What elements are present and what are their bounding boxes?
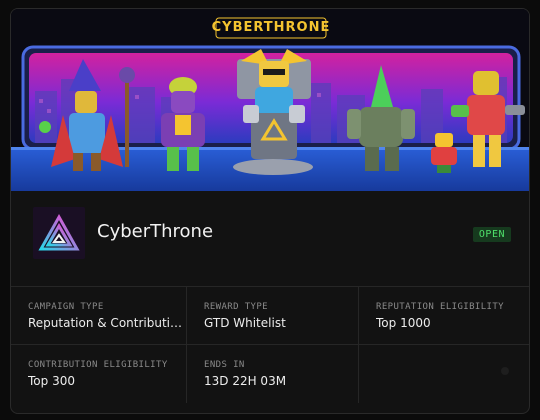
triangle-logo-icon xyxy=(38,213,80,251)
contribution-eligibility-value: Top 300 xyxy=(28,374,75,388)
status-badge: OPEN xyxy=(472,227,511,242)
empty-cell xyxy=(359,345,529,403)
info-row: CONTRIBUTION ELIGIBILITY Top 300 ENDS IN… xyxy=(11,345,529,403)
project-title: CyberThrone xyxy=(97,221,214,242)
contribution-eligibility-label: CONTRIBUTION ELIGIBILITY xyxy=(28,360,168,370)
info-row: CAMPAIGN TYPE Reputation & Contribution … xyxy=(11,287,529,345)
reputation-eligibility-label: REPUTATION ELIGIBILITY xyxy=(376,302,505,312)
project-header: CyberThrone OPEN xyxy=(11,191,529,287)
campaign-type-label: CAMPAIGN TYPE xyxy=(28,302,104,312)
banner-illustration xyxy=(11,9,529,191)
reputation-eligibility-value: Top 1000 xyxy=(376,316,431,330)
ends-in-label: ENDS IN xyxy=(204,360,245,370)
banner-image: CYBERTHRONE xyxy=(11,9,529,191)
campaign-type-cell: CAMPAIGN TYPE Reputation & Contribution xyxy=(11,287,187,345)
reward-type-label: REWARD TYPE xyxy=(204,302,269,312)
ends-in-cell: ENDS IN 13D 22H 03M xyxy=(187,345,359,403)
ends-in-value: 13D 22H 03M xyxy=(204,374,287,388)
reward-type-cell: REWARD TYPE GTD Whitelist xyxy=(187,287,359,345)
campaign-type-value: Reputation & Contribution xyxy=(28,316,182,330)
decorative-dot xyxy=(501,367,509,375)
project-logo xyxy=(33,207,85,259)
contribution-eligibility-cell: CONTRIBUTION ELIGIBILITY Top 300 xyxy=(11,345,187,403)
info-grid: CAMPAIGN TYPE Reputation & Contribution … xyxy=(11,287,529,403)
reward-type-value: GTD Whitelist xyxy=(204,316,286,330)
campaign-card[interactable]: CYBERTHRONE CyberThrone OPEN CAMPAIGN TY… xyxy=(10,8,530,414)
reputation-eligibility-cell: REPUTATION ELIGIBILITY Top 1000 xyxy=(359,287,529,345)
banner-title: CYBERTHRONE xyxy=(211,20,331,35)
